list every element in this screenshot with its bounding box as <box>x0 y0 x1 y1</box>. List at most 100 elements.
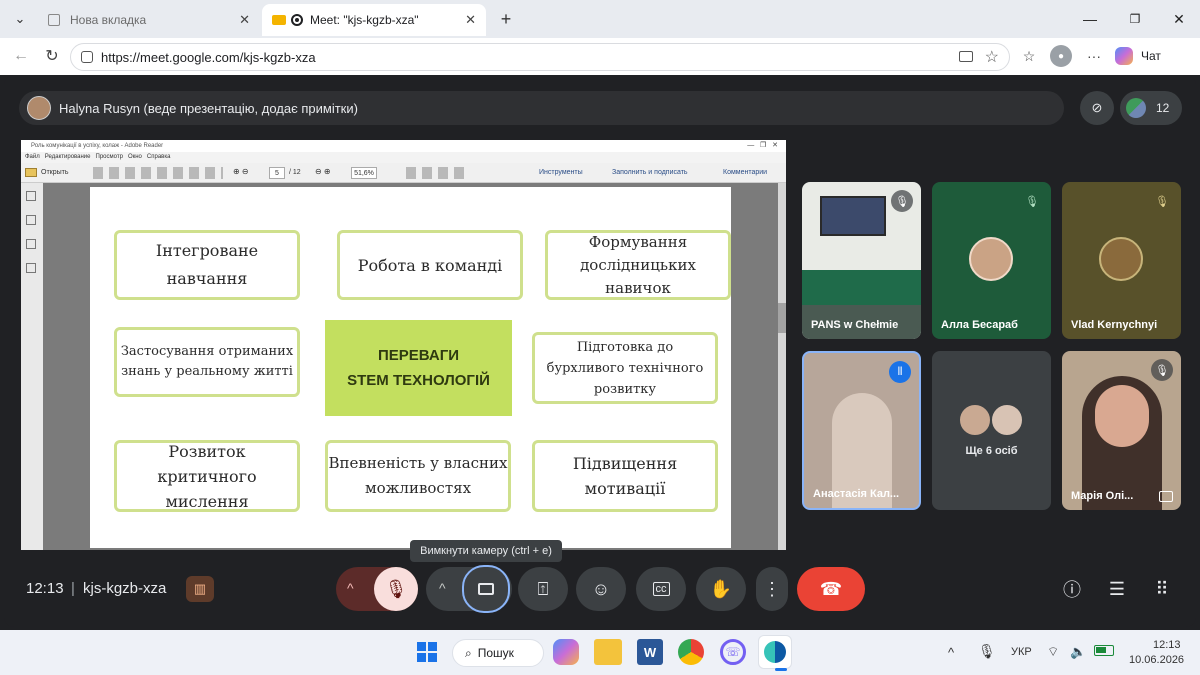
camera-button[interactable] <box>462 565 510 613</box>
address-bar[interactable]: https://meet.google.com/kjs-kgzb-xza ☆ <box>70 43 1010 71</box>
wifi-icon[interactable]: ⌔ <box>1047 644 1059 660</box>
copilot-chat-button[interactable]: Чат <box>1115 45 1195 67</box>
edge-icon[interactable] <box>758 635 792 669</box>
pdf-window-controls-icon: — ❐ ✕ <box>747 142 778 149</box>
close-tab-icon[interactable]: ✕ <box>465 12 476 28</box>
bookmark-star-icon[interactable]: ☆ <box>985 47 999 67</box>
minimize-icon[interactable]: — <box>1073 6 1107 32</box>
participant-avatar <box>990 403 1024 437</box>
participant-tile[interactable]: 🎙 Vlad Kernychnyi <box>1062 182 1181 339</box>
benefit-box: Розвиток критичного мислення <box>114 440 300 512</box>
pdf-menu-item: Редактирование <box>44 154 91 160</box>
present-button[interactable]: ⍐ <box>518 567 568 611</box>
profile-avatar[interactable]: ● <box>1050 45 1072 67</box>
meeting-time: 12:13 <box>26 580 64 597</box>
tray-chevron-icon[interactable]: ^ <box>948 645 954 660</box>
restore-icon[interactable]: ❐ <box>1118 6 1152 32</box>
participant-name: Vlad Kernychnyi <box>1071 319 1158 331</box>
more-options-button[interactable]: ⋮ <box>756 567 788 611</box>
zoom-field: 51,6% <box>351 167 377 179</box>
pages-icon <box>26 191 36 201</box>
mic-off-icon: 🎙 <box>1025 195 1039 208</box>
host-controls-icon[interactable]: ▥ <box>186 576 214 602</box>
tab-new-tab[interactable]: Нова вкладка ✕ <box>38 4 260 36</box>
presenter-avatar <box>27 96 51 120</box>
participant-tile-speaking[interactable]: ⦀ Анастасія Кал... <box>802 351 921 510</box>
windows-start-icon[interactable] <box>412 637 442 667</box>
present-icon: ⍐ <box>537 578 549 599</box>
captions-button[interactable]: cc <box>636 567 686 611</box>
chrome-icon[interactable] <box>678 639 704 665</box>
info-icon[interactable]: ⓘ <box>1056 573 1088 605</box>
pin-icon[interactable] <box>1159 491 1173 502</box>
video-room-table <box>802 270 921 305</box>
volume-icon[interactable]: 🔈 <box>1070 644 1086 660</box>
audio-options-chevron-icon[interactable]: ^ <box>347 580 354 596</box>
zoom-buttons-icon: ⊖ ⊕ <box>315 167 331 176</box>
meet-tab-icon <box>272 15 286 25</box>
more-vertical-icon: ⋮ <box>763 578 781 599</box>
clock-time[interactable]: 12:13 <box>1153 639 1181 651</box>
page-number-field: 5 <box>269 167 285 179</box>
leave-call-button[interactable]: ☎ <box>797 567 865 611</box>
pdf-sidebar <box>21 183 43 550</box>
search-label: Пошук <box>477 646 514 660</box>
participant-name: Марія Олі... <box>1071 490 1134 502</box>
end-call-icon: ☎ <box>819 578 843 599</box>
close-tab-icon[interactable]: ✕ <box>239 12 250 28</box>
benefit-box: Формування дослідницьких навичок <box>545 230 731 300</box>
battery-icon[interactable] <box>1094 645 1114 656</box>
raise-hand-button[interactable]: ✋ <box>696 567 746 611</box>
tab-meet[interactable]: Meet: "kjs-kgzb-xza" ✕ <box>262 4 486 36</box>
language-indicator[interactable]: УКР <box>1011 646 1032 658</box>
participant-tile[interactable]: 🎙 Марія Олі... <box>1062 351 1181 510</box>
comments-label: Комментарии <box>723 169 768 176</box>
mic-off-icon: 🎙 <box>891 190 913 212</box>
tab-list-chevron-icon[interactable]: ⌄ <box>5 6 35 32</box>
copilot-app-icon[interactable] <box>553 639 579 665</box>
more-menu-icon[interactable]: ··· <box>1083 45 1105 67</box>
file-explorer-icon[interactable] <box>594 639 622 665</box>
participant-avatar <box>969 237 1013 281</box>
pdf-menu-item: Справка <box>146 154 171 160</box>
clock-date[interactable]: 10.06.2026 <box>1129 654 1184 666</box>
camera-in-use-icon[interactable] <box>959 51 973 62</box>
participants-button[interactable]: 12 <box>1120 91 1182 125</box>
mic-off-button[interactable]: 🎙 <box>374 567 418 611</box>
speaking-indicator-icon: ⦀ <box>889 361 911 383</box>
separator: | <box>71 580 75 597</box>
tab-label: Нова вкладка <box>70 13 147 27</box>
others-tile[interactable]: Ще 6 осіб <box>932 351 1051 510</box>
participant-tile[interactable]: 🎙 Алла Бесараб <box>932 182 1051 339</box>
window-close-icon[interactable]: ✕ <box>1162 6 1196 32</box>
others-label: Ще 6 осіб <box>965 445 1018 457</box>
new-tab-plus-icon[interactable]: + <box>491 6 521 32</box>
site-info-icon[interactable] <box>81 51 93 63</box>
signatures-icon <box>26 239 36 249</box>
page-nav-icons: ⊕ ⊖ <box>233 167 249 176</box>
slide-page: Інтегроване навчання Робота в команді Фо… <box>90 187 731 548</box>
video-room-screen <box>820 196 886 236</box>
activities-icon[interactable]: ⠿ <box>1146 573 1178 605</box>
page-total: / 12 <box>289 169 301 176</box>
page-icon <box>48 14 60 26</box>
video-options-chevron-icon[interactable]: ^ <box>439 580 446 596</box>
favorites-icon[interactable]: ☆ <box>1018 45 1040 67</box>
viber-icon[interactable]: ☏ <box>720 639 746 665</box>
word-icon[interactable]: W <box>637 639 663 665</box>
open-folder-icon <box>25 168 37 177</box>
back-icon[interactable]: ← <box>10 45 32 67</box>
microphone-tray-icon[interactable]: 🎙 <box>978 643 996 660</box>
taskbar-search[interactable]: ⌕ Пошук <box>452 639 544 667</box>
chat-label: Чат <box>1141 49 1161 63</box>
reactions-button[interactable]: ☺ <box>576 567 626 611</box>
reload-icon[interactable]: ↻ <box>41 45 63 67</box>
layout-icon[interactable]: ⊘ <box>1080 91 1114 125</box>
pdf-menu-item: Просмотр <box>95 154 123 160</box>
recording-icon <box>291 14 303 26</box>
chat-icon[interactable]: ☰ <box>1101 573 1133 605</box>
camera-icon <box>478 583 494 595</box>
open-label: Открыть <box>41 169 69 176</box>
participant-tile[interactable]: 🎙 PANS w Chełmie <box>802 182 921 339</box>
pdf-menu-bar: Файл Редактирование Просмотр Окно Справк… <box>21 152 786 163</box>
